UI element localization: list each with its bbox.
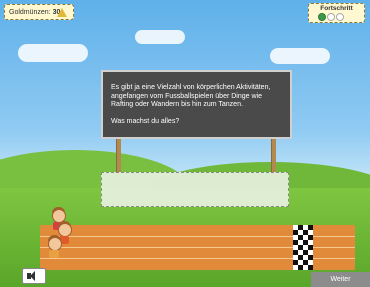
board-post-left <box>116 139 121 174</box>
board-text: Es gibt ja eine Vielzahl von körperliche… <box>111 84 271 108</box>
cloud <box>18 44 88 62</box>
gold-coins-counter: Goldmünzen: 30 <box>4 4 74 20</box>
cloud <box>135 30 185 44</box>
coins-label: Goldmünzen: <box>9 9 51 16</box>
progress-dot <box>318 13 326 21</box>
sound-toggle-button[interactable] <box>22 268 46 284</box>
coin-stack-icon <box>57 8 67 17</box>
progress-dot <box>327 13 335 21</box>
progress-dot <box>336 13 344 21</box>
next-button[interactable]: Weiter <box>311 272 370 287</box>
answer-drop-zone[interactable] <box>101 172 289 207</box>
runner-head <box>58 223 72 237</box>
board-post-right <box>271 139 276 174</box>
board-question: Was machst du alles? <box>111 117 180 125</box>
game-stage: Goldmünzen: 30 Fortschritt Es gibt ja ei… <box>0 0 370 287</box>
progress-dots <box>318 13 345 23</box>
info-board: Es gibt ja eine Vielzahl von körperliche… <box>101 70 292 139</box>
runner-head <box>48 237 62 251</box>
runner-body <box>49 250 59 258</box>
progress-label: Fortschritt <box>320 5 353 12</box>
cloud <box>270 48 330 64</box>
speaker-cone-icon <box>30 271 35 281</box>
progress-indicator: Fortschritt <box>308 3 365 23</box>
finish-line <box>293 225 313 270</box>
